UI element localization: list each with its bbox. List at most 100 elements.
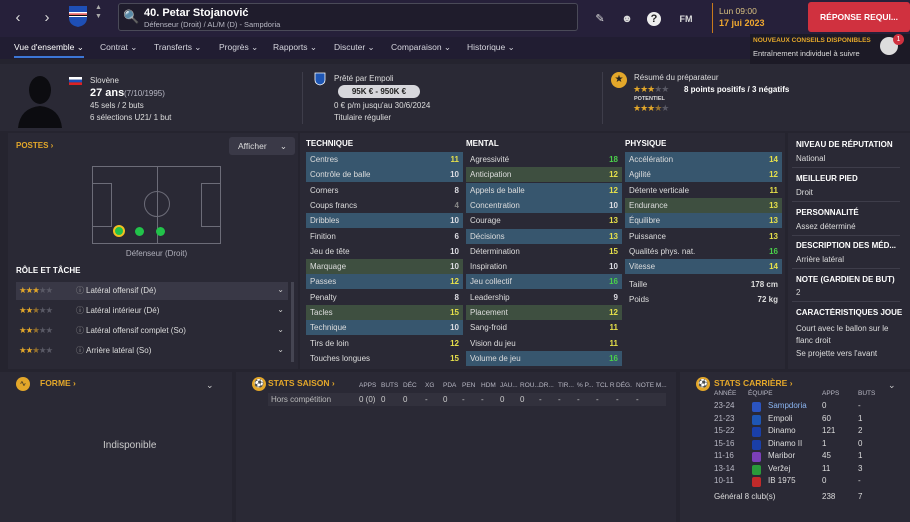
season-column-header[interactable]: APPS [359,382,376,389]
pen-icon[interactable]: ✎ [591,10,609,28]
attribute-row[interactable]: Endurance 13 [625,197,782,213]
roles-scrollbar[interactable] [291,282,294,362]
season-column-header[interactable]: DÉG. [616,382,632,389]
career-team[interactable]: Dinamo [768,426,796,435]
attribute-row[interactable]: Courage 13 [466,213,622,228]
attribute-row[interactable]: Technique 10 [306,320,463,336]
tab-transfers[interactable]: Transferts ⌄ [154,42,201,53]
chevron-down-icon[interactable]: ⌄ [206,380,214,391]
career-row[interactable]: 15-16 Dinamo II 1 0 [714,439,894,451]
main-position-marker[interactable] [113,225,125,237]
position-marker[interactable] [156,227,165,236]
form-title[interactable]: FORME › [40,378,76,388]
season-column-header[interactable]: TCL R [596,382,615,389]
attribute-row[interactable]: Tacles 15 [306,305,463,320]
career-row[interactable]: 15-22 Dinamo 121 2 [714,426,894,438]
tab-history[interactable]: Historique ⌄ [467,42,515,53]
tab-progress[interactable]: Progrès ⌄ [219,42,258,53]
chevron-down-icon[interactable]: ⌄ [277,305,284,314]
season-stats-title[interactable]: STATS SAISON › [268,378,335,388]
attribute-row[interactable]: Volume de jeu 16 [466,350,622,366]
attribute-row[interactable]: Décisions 13 [466,228,622,244]
help-icon[interactable]: ? [647,12,661,26]
attribute-row[interactable]: Jeu de tête 10 [306,244,463,259]
career-stats-title[interactable]: STATS CARRIÈRE › [714,378,793,388]
forward-arrow-icon[interactable]: › [37,8,57,28]
attribute-row[interactable]: Concentration 10 [466,197,622,213]
chevron-down-icon[interactable]: ⌄ [888,380,896,391]
season-row[interactable]: Hors compétition [268,393,666,406]
attribute-row[interactable]: Leadership 9 [466,290,622,305]
season-column-header[interactable]: JAU... [500,382,518,389]
season-column-header[interactable]: NOTE M... [636,382,667,389]
face-icon[interactable]: ☻ [618,10,636,28]
attribute-row[interactable]: Finition 6 [306,229,463,244]
attribute-row[interactable]: Agressivité 18 [466,152,622,167]
position-marker[interactable] [135,227,144,236]
career-row[interactable]: 23-24 Sampdoria 0 - [714,401,894,413]
season-column-header[interactable]: DR... [539,382,554,389]
attribute-row[interactable]: Sang-froid 11 [466,320,622,335]
career-row[interactable]: 13-14 Veržej 11 3 [714,464,894,476]
career-row[interactable]: 10-11 IB 1975 0 - [714,476,894,488]
chevron-down-icon[interactable]: ⌄ [277,285,284,294]
attribute-row[interactable]: Puissance 13 [625,229,782,244]
attribute-row[interactable]: Vitesse 14 [625,259,782,275]
season-column-header[interactable]: PDA [443,382,456,389]
role-row[interactable]: ★★★★★ ⓘ Latéral offensif complet (So) ⌄ [16,322,288,340]
attribute-row[interactable]: Qualités phys. nat. 16 [625,244,782,259]
attribute-row[interactable]: Agilité 12 [625,167,782,183]
attribute-row[interactable]: Corners 8 [306,183,463,198]
season-column-header[interactable]: % P... [577,382,594,389]
attribute-row[interactable]: Touches longues 15 [306,351,463,366]
attribute-row[interactable]: Placement 12 [466,305,622,320]
new-advice-notification[interactable]: NOUVEAUX CONSEILS DISPONIBLES Entraîneme… [750,34,910,64]
attribute-row[interactable]: Contrôle de balle 10 [306,167,463,183]
tab-comparison[interactable]: Comparaison ⌄ [391,42,451,53]
attribute-row[interactable]: Vision du jeu 11 [466,336,622,351]
attribute-row[interactable]: Anticipation 12 [466,167,622,183]
info-icon[interactable]: ⓘ [76,285,84,296]
attribute-row[interactable]: Tirs de loin 12 [306,336,463,351]
club-badge-icon[interactable] [68,4,88,28]
chevron-down-icon[interactable]: ⌄ [277,345,284,354]
tab-contract[interactable]: Contrat ⌄ [100,42,137,53]
season-column-header[interactable]: DÉC [403,382,417,389]
career-row[interactable]: 21-23 Empoli 60 1 [714,414,894,426]
info-icon[interactable]: ⓘ [76,305,84,316]
career-team[interactable]: Veržej [768,464,790,473]
season-column-header[interactable]: ROU... [520,382,540,389]
career-team[interactable]: Empoli [768,414,792,423]
role-row[interactable]: ★★★★★ ⓘ Arrière latéral (So) ⌄ [16,342,288,360]
chevron-down-icon[interactable]: ⌄ [277,325,284,334]
season-column-header[interactable]: BUTS [381,382,398,389]
attribute-row[interactable]: Dribbles 10 [306,213,463,229]
fm-menu-icon[interactable]: FM [677,10,695,28]
display-dropdown[interactable]: Afficher ⌄ [229,137,295,155]
attribute-row[interactable]: Accélération 14 [625,152,782,167]
scroll-player-arrows[interactable]: ▲ ▼ [95,3,102,21]
career-team[interactable]: Dinamo II [768,439,802,448]
attribute-row[interactable]: Jeu collectif 16 [466,274,622,290]
info-icon[interactable]: ⓘ [76,345,84,356]
positions-title[interactable]: POSTES › [16,141,53,150]
season-column-header[interactable]: PEN [462,382,475,389]
attribute-row[interactable]: Détente verticale 11 [625,183,782,198]
career-team[interactable]: IB 1975 [768,476,796,485]
season-column-header[interactable]: TIR... [558,382,574,389]
response-required-button[interactable]: RÉPONSE REQUI... [808,2,910,32]
career-team[interactable]: Maribor [768,451,795,460]
attribute-row[interactable]: Appels de balle 12 [466,182,622,198]
calendar-date[interactable]: Lun 09:00 17 jui 2023 [712,3,804,33]
attribute-row[interactable]: Penalty 8 [306,290,463,305]
season-column-header[interactable]: HDM [481,382,496,389]
career-team[interactable]: Sampdoria [768,401,807,410]
career-row[interactable]: 11-16 Maribor 45 1 [714,451,894,463]
info-icon[interactable]: ⓘ [76,325,84,336]
attribute-row[interactable]: Passes 12 [306,274,463,290]
attribute-row[interactable]: Inspiration 10 [466,259,622,274]
role-row[interactable]: ★★★★★ ⓘ Latéral intérieur (Dé) ⌄ [16,302,288,320]
tab-reports[interactable]: Rapports ⌄ [273,42,317,53]
back-arrow-icon[interactable]: ‹ [8,8,28,28]
attribute-row[interactable]: Centres 11 [306,152,463,167]
